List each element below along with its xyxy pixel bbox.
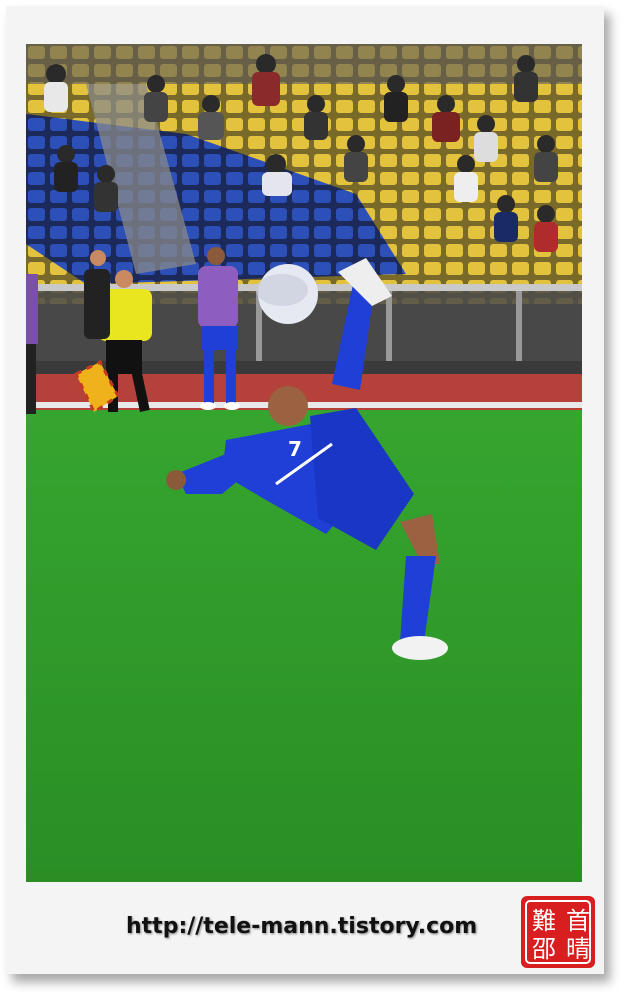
soccer-photo: 7 — [26, 44, 582, 882]
watermark-url: http://tele-mann.tistory.com — [126, 914, 478, 939]
svg-text:首: 首 — [566, 907, 590, 935]
svg-text:邵: 邵 — [532, 935, 556, 963]
seal-stamp: 首 晴 難 邵 — [520, 895, 596, 969]
svg-text:難: 難 — [532, 907, 556, 935]
svg-text:晴: 晴 — [566, 935, 590, 963]
jersey-number: 7 — [288, 437, 302, 461]
